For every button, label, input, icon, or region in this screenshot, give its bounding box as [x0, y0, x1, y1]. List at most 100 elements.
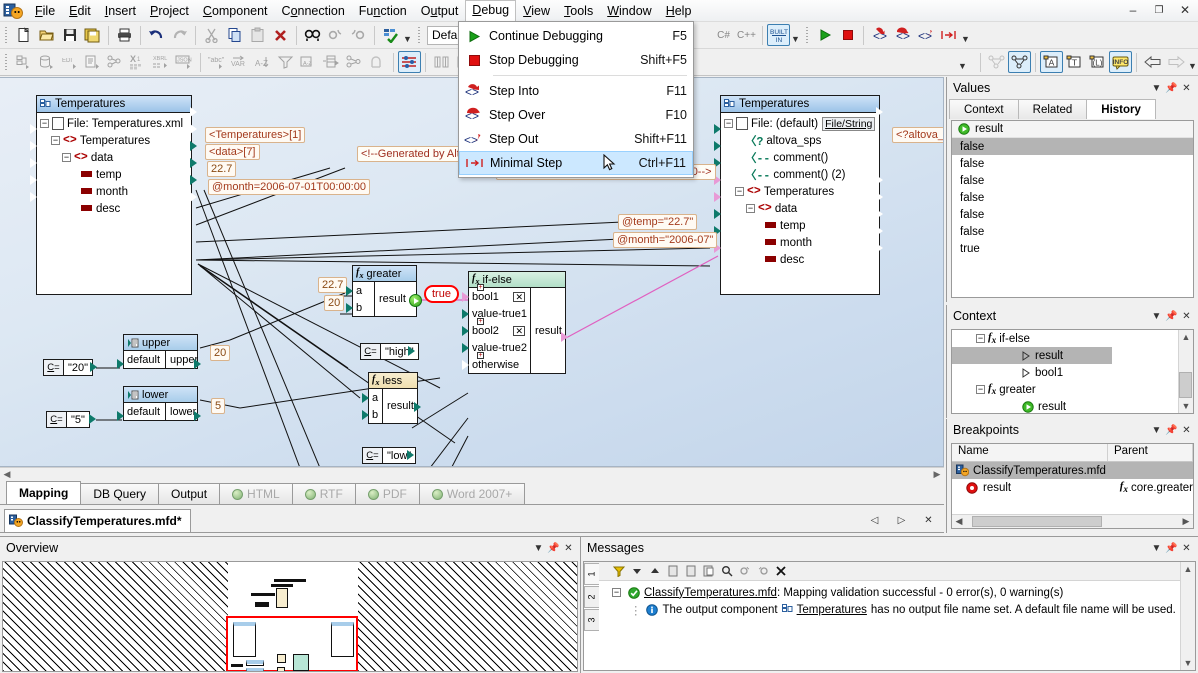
- tree-row-temp[interactable]: temp: [721, 217, 879, 234]
- insert-constant-icon[interactable]: "abc": [205, 51, 228, 73]
- auto-layout-icon[interactable]: [985, 51, 1008, 73]
- breakpoint-active-greater-result[interactable]: [409, 294, 422, 307]
- close-button[interactable]: ✕: [1176, 1, 1194, 19]
- menu-insert[interactable]: Insert: [98, 1, 143, 22]
- message-link-component[interactable]: Temperatures: [797, 604, 867, 616]
- back-icon[interactable]: [1141, 51, 1164, 73]
- minimize-button[interactable]: –: [1124, 1, 1142, 19]
- lower-input-connector[interactable]: [117, 411, 124, 421]
- param-a[interactable]: a: [369, 389, 382, 406]
- tab-related[interactable]: Related: [1018, 99, 1088, 119]
- function-result[interactable]: result: [383, 389, 416, 423]
- align-mapping-icon[interactable]: [1008, 51, 1031, 73]
- doc-close-icon[interactable]: ✕: [921, 513, 936, 529]
- context-vertical-scrollbar[interactable]: ▲ ▼: [1178, 330, 1193, 413]
- menu-view[interactable]: View: [516, 1, 557, 22]
- expander-icon[interactable]: −: [62, 153, 71, 162]
- menu-connection[interactable]: Connection: [275, 1, 352, 22]
- insert-xbrl-icon[interactable]: XBRL: [150, 51, 173, 73]
- menu-tools[interactable]: Tools: [557, 1, 600, 22]
- param-b[interactable]: b: [353, 299, 374, 316]
- toolbar-grip[interactable]: [3, 25, 10, 45]
- context-row-bool1[interactable]: bool1: [952, 364, 1193, 381]
- delete-icon[interactable]: [269, 24, 292, 46]
- expander-icon[interactable]: −: [746, 204, 755, 213]
- constant-value[interactable]: "20": [64, 360, 92, 375]
- insert-filter-icon[interactable]: [274, 51, 297, 73]
- debug-overflow-chevron-icon[interactable]: ▼: [960, 24, 971, 46]
- function-less[interactable]: fx less a b result: [368, 372, 418, 424]
- column-header-parent[interactable]: Parent: [1108, 444, 1193, 461]
- menu-item-step-over[interactable]: <> Step Over F10: [459, 103, 693, 127]
- upper-input-connector[interactable]: [117, 359, 124, 369]
- print-icon[interactable]: [113, 24, 136, 46]
- expander-icon[interactable]: −: [40, 119, 49, 128]
- menu-item-continue-debugging[interactable]: Continue Debugging F5: [459, 24, 693, 48]
- messages-tab-1[interactable]: 1: [584, 563, 599, 585]
- menu-item-step-into[interactable]: <> Step Into F11: [459, 79, 693, 103]
- menu-function[interactable]: Function: [352, 1, 414, 22]
- breakpoints-horizontal-scrollbar[interactable]: ◀ ▶: [952, 514, 1193, 528]
- tree-row-data[interactable]: − <> data: [721, 200, 879, 217]
- greater-input-b-connector[interactable]: [346, 303, 353, 313]
- validate-icon[interactable]: [379, 24, 402, 46]
- panel-menu-chevron-icon[interactable]: ▼: [1149, 308, 1164, 324]
- panel-menu-chevron-icon[interactable]: ▼: [1149, 80, 1164, 96]
- panel-menu-chevron-icon[interactable]: ▼: [1149, 540, 1164, 556]
- source-component-temperatures[interactable]: Temperatures − File: Temperatures.xml − …: [36, 95, 192, 295]
- messages-vertical-scrollbar[interactable]: ▲ ▼: [1180, 562, 1195, 670]
- insert-text-file-icon[interactable]: [81, 51, 104, 73]
- menu-component[interactable]: Component: [196, 1, 275, 22]
- greater-input-a-connector[interactable]: [346, 286, 353, 296]
- panel-close-icon[interactable]: ✕: [1179, 80, 1194, 96]
- panel-pin-icon[interactable]: 📌: [546, 540, 561, 556]
- tab-db-query[interactable]: DB Query: [80, 483, 159, 504]
- expander-icon[interactable]: −: [976, 385, 985, 394]
- messages-body[interactable]: 1 2 3: [583, 561, 1196, 671]
- scroll-right-icon[interactable]: ▶: [1179, 516, 1193, 527]
- message-link-file[interactable]: ClassifyTemperatures.mfd: [644, 587, 777, 599]
- value-row-0[interactable]: false: [952, 138, 1193, 155]
- menu-item-minimal-step[interactable]: Minimal Step Ctrl+F11: [459, 151, 693, 175]
- scroll-left-icon[interactable]: ◀: [0, 469, 14, 480]
- constant-high-output-connector[interactable]: [408, 346, 415, 356]
- find-previous-icon[interactable]: [324, 24, 347, 46]
- breakpoint-group-row[interactable]: ClassifyTemperatures.mfd: [952, 462, 1193, 479]
- param-b[interactable]: b: [369, 406, 382, 423]
- panel-pin-icon[interactable]: 📌: [1164, 80, 1179, 96]
- scroll-down-icon[interactable]: ▼: [1184, 656, 1193, 670]
- tab-html[interactable]: HTML: [219, 483, 293, 504]
- less-result-connector[interactable]: [414, 402, 421, 412]
- tab-history[interactable]: History: [1086, 99, 1156, 119]
- panel-close-icon[interactable]: ✕: [1179, 422, 1194, 438]
- next-icon[interactable]: [628, 563, 645, 580]
- debug-menu-popup[interactable]: Continue Debugging F5 Stop Debugging Shi…: [458, 21, 694, 178]
- insert-json-icon[interactable]: JSON: [173, 51, 196, 73]
- panel-menu-chevron-icon[interactable]: ▼: [531, 540, 546, 556]
- value-row-5[interactable]: false: [952, 223, 1193, 240]
- panel-pin-icon[interactable]: 📌: [1164, 422, 1179, 438]
- toolbar-overflow-chevron-icon[interactable]: ▼: [402, 24, 413, 46]
- breakpoint-row[interactable]: result fx core.greater: [952, 479, 1193, 496]
- overview-viewport-rect[interactable]: [226, 616, 358, 672]
- toolbar2-right-overflow-chevron-icon[interactable]: ▼: [1187, 51, 1198, 73]
- redo-icon[interactable]: [168, 24, 191, 46]
- step-over-icon[interactable]: <>: [891, 24, 914, 46]
- maximize-button[interactable]: ❐: [1150, 1, 1168, 19]
- tree-row-comment[interactable]: 〈-- comment(): [721, 149, 879, 166]
- param-default[interactable]: default: [124, 351, 165, 368]
- tree-row-temperatures[interactable]: − <> Temperatures: [37, 132, 191, 149]
- param-default[interactable]: default: [124, 403, 165, 420]
- insert-join-icon[interactable]: [343, 51, 366, 73]
- codegen-overflow-chevron-icon[interactable]: ▼: [790, 24, 801, 46]
- paste-icon[interactable]: [246, 24, 269, 46]
- expander-icon[interactable]: −: [51, 136, 60, 145]
- tree-row-file[interactable]: − File: (default) File/String: [721, 115, 879, 132]
- param-remove-icon[interactable]: ✕: [513, 326, 525, 336]
- tab-pdf[interactable]: PDF: [355, 483, 420, 504]
- param-a[interactable]: a: [353, 282, 374, 299]
- tree-row-altova-sps[interactable]: 〈? altova_sps: [721, 132, 879, 149]
- expander-icon[interactable]: −: [976, 334, 985, 343]
- tab-rtf[interactable]: RTF: [292, 483, 356, 504]
- scroll-up-icon[interactable]: ▲: [1184, 562, 1193, 576]
